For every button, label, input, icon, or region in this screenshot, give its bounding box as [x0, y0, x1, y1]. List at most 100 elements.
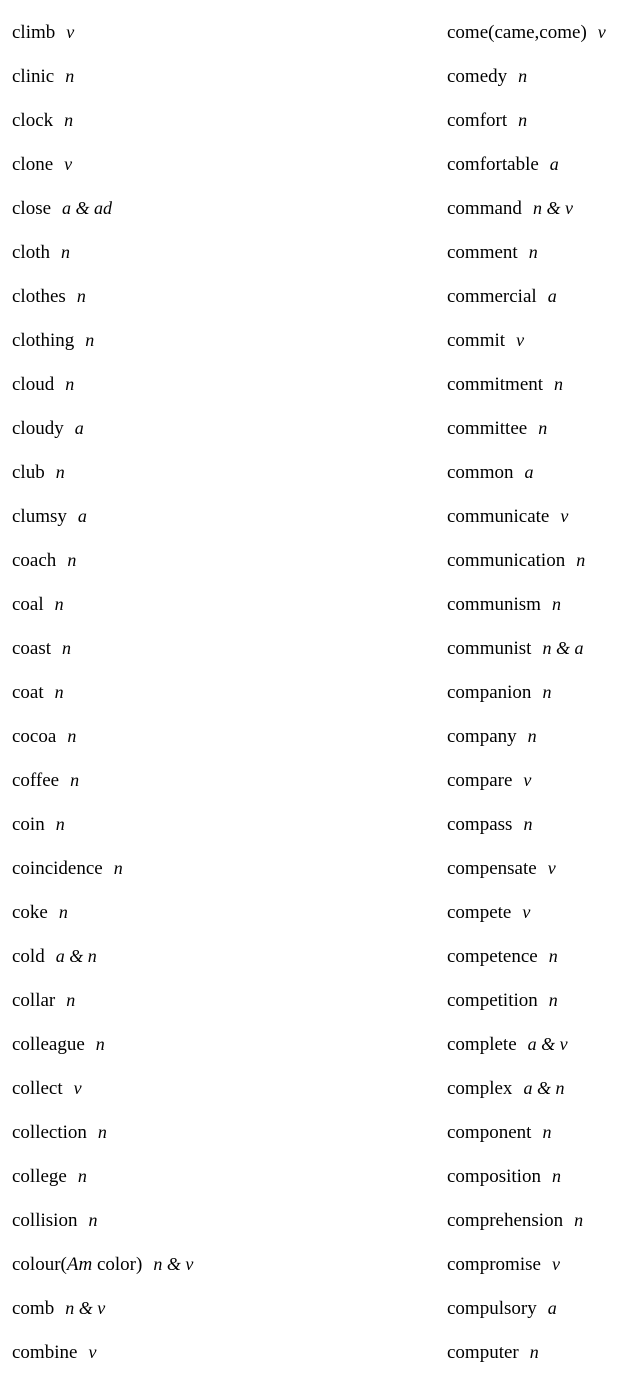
part-of-speech: a & n — [55, 946, 97, 966]
word-entry: comedy n — [447, 54, 643, 98]
headword: communication — [447, 550, 566, 571]
word-entry: communist n & a — [447, 626, 643, 670]
part-of-speech: v — [523, 770, 532, 790]
part-of-speech: v — [560, 506, 569, 526]
part-of-speech: n — [527, 726, 537, 746]
headword: collision — [12, 1210, 78, 1231]
word-entry: comment n — [447, 230, 643, 274]
word-entry: clinic n — [12, 54, 435, 98]
part-of-speech: n — [551, 594, 561, 614]
part-of-speech: n — [518, 110, 528, 130]
headword: comment — [447, 242, 518, 263]
word-entry: clothing n — [12, 318, 435, 362]
headword: comfort — [447, 110, 508, 131]
word-entry: collection n — [12, 1110, 435, 1154]
word-entry: colleague n — [12, 1022, 435, 1066]
word-entry: composition n — [447, 1154, 643, 1198]
part-of-speech: a — [524, 462, 534, 482]
word-entry: college n — [12, 1154, 435, 1198]
headword: component — [447, 1122, 532, 1143]
part-of-speech: a & n — [523, 1078, 565, 1098]
word-entry: climb v — [12, 10, 435, 54]
headword: coin — [12, 814, 45, 835]
word-entry: competition n — [447, 978, 643, 1022]
word-entry: complete a & v — [447, 1022, 643, 1066]
word-entry: communicate v — [447, 494, 643, 538]
word-entry: collar n — [12, 978, 435, 1022]
word-entry: combine v — [12, 1330, 435, 1374]
word-entry: competence n — [447, 934, 643, 978]
headword: cocoa — [12, 726, 57, 747]
part-of-speech: v — [66, 22, 75, 42]
word-entry: company n — [447, 714, 643, 758]
word-entry: cocoa n — [12, 714, 435, 758]
word-entry: clumsy a — [12, 494, 435, 538]
headword: collar — [12, 990, 56, 1011]
word-entry: coffee n — [12, 758, 435, 802]
word-entry: colour(Am color) n & v — [12, 1242, 435, 1286]
headword: compete — [447, 902, 512, 923]
part-of-speech: n — [62, 638, 72, 658]
headword: clinic — [12, 66, 55, 87]
word-entry: commitment n — [447, 362, 643, 406]
word-entry: clone v — [12, 142, 435, 186]
headword: cloud — [12, 374, 55, 395]
headword: compass — [447, 814, 513, 835]
word-entry: commit v — [447, 318, 643, 362]
word-entry: clock n — [12, 98, 435, 142]
word-entry: comfortable a — [447, 142, 643, 186]
part-of-speech: a — [547, 286, 557, 306]
headword: coke — [12, 902, 48, 923]
word-entry: compromise v — [447, 1242, 643, 1286]
part-of-speech: a — [549, 154, 559, 174]
headword: cloth — [12, 242, 50, 263]
word-entry: cloudy a — [12, 406, 435, 450]
headword: clothes — [12, 286, 66, 307]
part-of-speech: n — [528, 242, 538, 262]
headword: comedy — [447, 66, 508, 87]
part-of-speech: n & a — [542, 638, 584, 658]
part-of-speech: n — [548, 990, 558, 1010]
word-entry: club n — [12, 450, 435, 494]
part-of-speech: n — [518, 66, 528, 86]
part-of-speech: n — [538, 418, 548, 438]
headword: committee — [447, 418, 528, 439]
headword: clothing — [12, 330, 75, 351]
headword: coast — [12, 638, 52, 659]
part-of-speech: n — [67, 550, 77, 570]
part-of-speech: v — [64, 154, 73, 174]
part-of-speech: n — [54, 682, 64, 702]
word-entry: cold a & n — [12, 934, 435, 978]
word-entry: complex a & n — [447, 1066, 643, 1110]
part-of-speech: n — [576, 550, 586, 570]
part-of-speech: n — [523, 814, 533, 834]
headword: commit — [447, 330, 506, 351]
part-of-speech: n — [61, 242, 70, 262]
word-list-columns: climb v clinic n clock n clone v close a & ad clot… — [0, 10, 643, 1374]
part-of-speech: n — [85, 330, 95, 350]
headword: competence — [447, 946, 538, 967]
word-entry: compulsory a — [447, 1286, 643, 1330]
part-of-speech: n — [113, 858, 123, 878]
headword: come(came,come) — [447, 22, 587, 43]
word-entry: compensate v — [447, 846, 643, 890]
headword: combine — [12, 1342, 78, 1363]
word-list-column-right: come(came,come) v comedy n comfort n comfortab… — [435, 10, 643, 1374]
word-entry: coke n — [12, 890, 435, 934]
headword: compare — [447, 770, 513, 791]
part-of-speech: n — [76, 286, 86, 306]
part-of-speech: a & ad — [62, 198, 113, 218]
headword: computer — [447, 1342, 519, 1363]
part-of-speech: n — [65, 66, 75, 86]
part-of-speech: n — [70, 770, 80, 790]
headword: cloudy — [12, 418, 64, 439]
headword: compulsory — [447, 1298, 537, 1319]
headword: commitment — [447, 374, 544, 395]
word-entry: common a — [447, 450, 643, 494]
word-entry: compare v — [447, 758, 643, 802]
part-of-speech: n — [95, 1034, 105, 1054]
word-entry: committee n — [447, 406, 643, 450]
part-of-speech: v — [516, 330, 525, 350]
part-of-speech: v — [551, 1254, 560, 1274]
headword: competition — [447, 990, 538, 1011]
